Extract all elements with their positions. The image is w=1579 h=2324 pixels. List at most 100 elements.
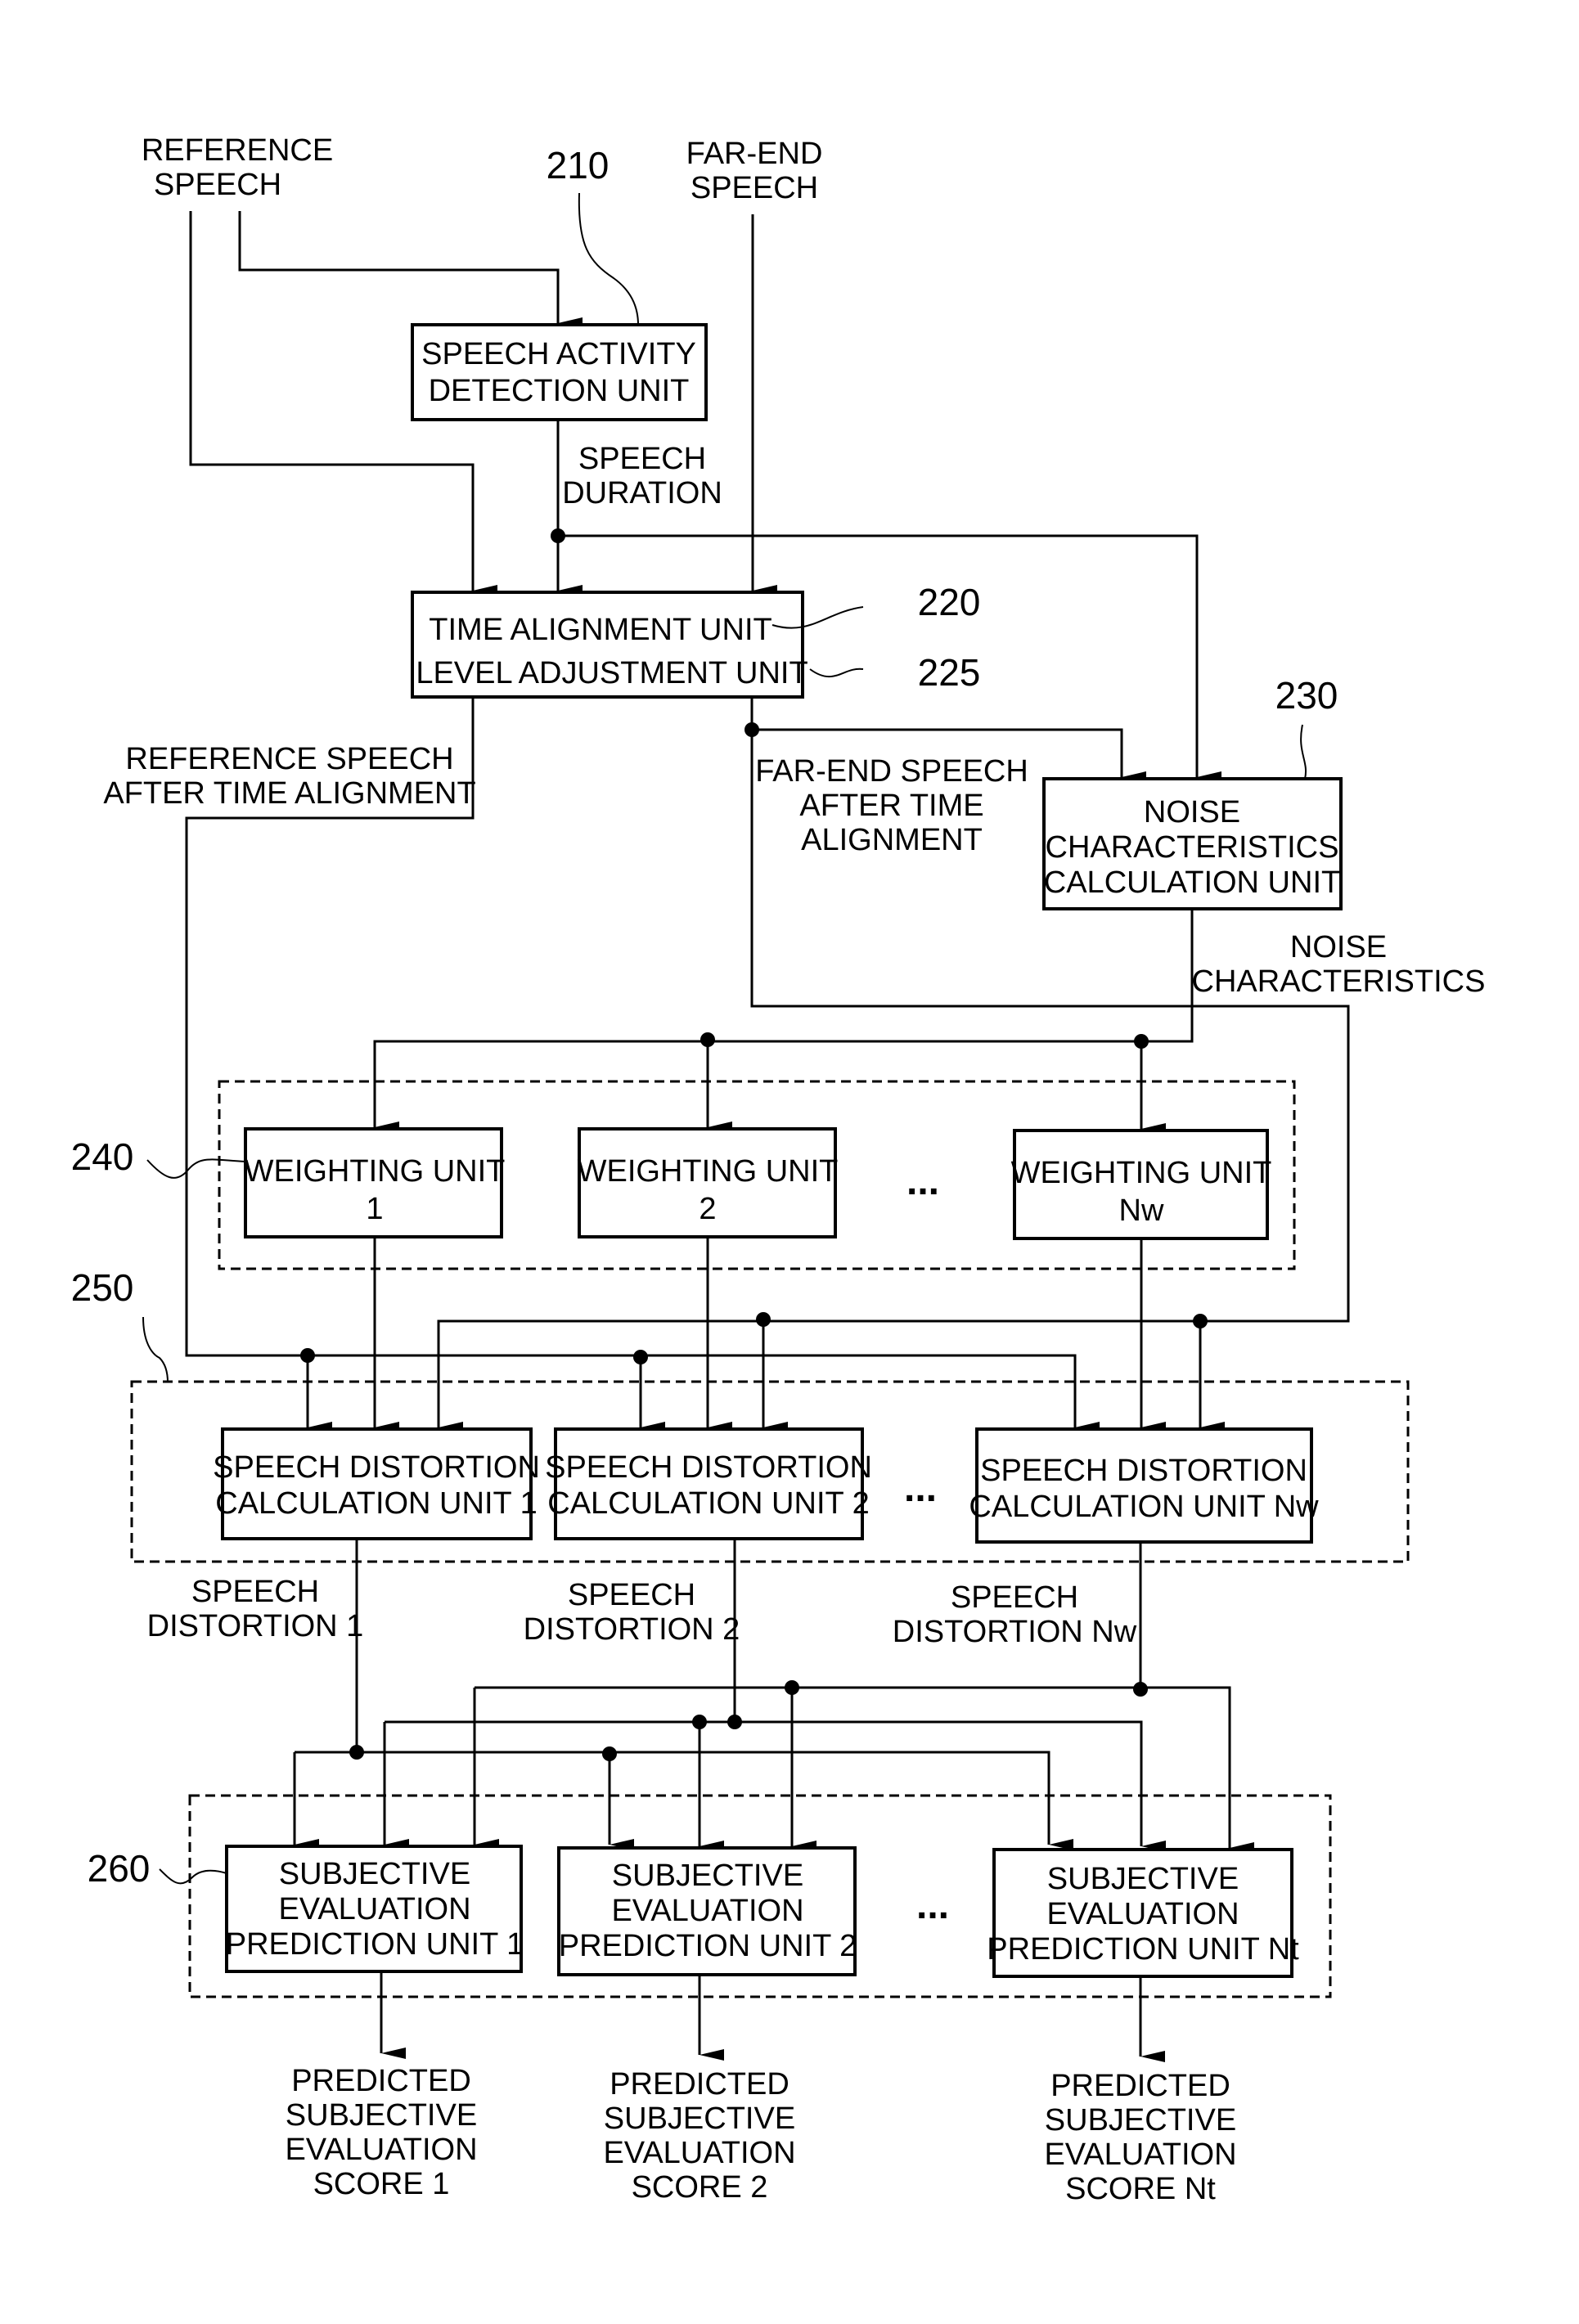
- svg-text:EVALUATION: EVALUATION: [603, 2136, 795, 2170]
- svg-text:CALCULATION UNIT 2: CALCULATION UNIT 2: [547, 1486, 869, 1521]
- block-diagram: REFERENCE SPEECH FAR-END SPEECH 210 SPEE…: [71, 133, 1486, 2206]
- subjective-evaluation-unit-nt: SUBJECTIVE EVALUATION PREDICTION UNIT Nt: [987, 1848, 1299, 1978]
- ref-number-210: 210: [547, 144, 610, 187]
- subjective-evaluation-unit-2: SUBJECTIVE EVALUATION PREDICTION UNIT 2: [557, 1846, 857, 1976]
- leader-260: [159, 1868, 227, 1885]
- noise-label-1: NOISE: [1144, 795, 1240, 829]
- speech-distortion-1-label: SPEECH DISTORTION 1: [147, 1575, 364, 1643]
- svg-text:SCORE 1: SCORE 1: [313, 2167, 450, 2201]
- svg-text:FAR-END SPEECH: FAR-END SPEECH: [755, 754, 1028, 789]
- weighting-unit-nw: WEIGHTING UNIT Nw: [1011, 1129, 1272, 1240]
- sad-label-2: DETECTION UNIT: [429, 374, 690, 408]
- noise-label-3: CALCULATION UNIT: [1044, 865, 1340, 900]
- ref-number-220: 220: [918, 581, 981, 623]
- svg-text:SPEECH: SPEECH: [951, 1580, 1078, 1615]
- leader-230: [1300, 724, 1307, 780]
- ref-number-240: 240: [71, 1135, 134, 1178]
- noise-to-weighting-line: [373, 909, 1194, 1133]
- svg-text:SUBJECTIVE: SUBJECTIVE: [604, 2101, 795, 2136]
- svg-text:Nw: Nw: [1119, 1193, 1164, 1228]
- svg-text:EVALUATION: EVALUATION: [285, 2133, 477, 2167]
- svg-text:SPEECH DISTORTION: SPEECH DISTORTION: [545, 1450, 872, 1485]
- time-alignment-label: TIME ALIGNMENT UNIT: [429, 613, 772, 647]
- svg-text:EVALUATION: EVALUATION: [278, 1892, 470, 1926]
- speech-distortion-nw-label: SPEECH DISTORTION Nw: [893, 1580, 1137, 1649]
- ref-number-230: 230: [1275, 674, 1338, 717]
- level-adjustment-label: LEVEL ADJUSTMENT UNIT: [416, 656, 807, 690]
- speech-distortion-2-label: SPEECH DISTORTION 2: [524, 1578, 740, 1647]
- junction-dot: [727, 1715, 742, 1729]
- speech-distortion-unit-nw: SPEECH DISTORTION CALCULATION UNIT Nw: [969, 1427, 1319, 1544]
- svg-text:EVALUATION: EVALUATION: [1044, 2137, 1236, 2172]
- ref-number-260: 260: [88, 1847, 151, 1890]
- junction-dot: [349, 1745, 364, 1760]
- svg-text:CALCULATION UNIT Nw: CALCULATION UNIT Nw: [969, 1490, 1319, 1524]
- ref-number-250: 250: [71, 1266, 134, 1309]
- svg-text:EVALUATION: EVALUATION: [611, 1894, 803, 1928]
- svg-text:SPEECH: SPEECH: [154, 168, 281, 202]
- sad-label-1: SPEECH ACTIVITY: [421, 337, 696, 371]
- svg-text:1: 1: [366, 1192, 383, 1226]
- predicted-score-nt: PREDICTED SUBJECTIVE EVALUATION SCORE Nt: [1044, 2069, 1236, 2206]
- predicted-score-1: PREDICTED SUBJECTIVE EVALUATION SCORE 1: [285, 2064, 477, 2201]
- svg-text:SCORE 2: SCORE 2: [632, 2170, 768, 2205]
- leader-250: [142, 1316, 169, 1383]
- noise-characteristics-label: NOISE CHARACTERISTICS: [1192, 930, 1486, 999]
- svg-text:SCORE Nt: SCORE Nt: [1065, 2172, 1216, 2206]
- ref-to-sad-line: [238, 211, 583, 329]
- speech-distortion-unit-2: SPEECH DISTORTION CALCULATION UNIT 2: [545, 1427, 872, 1540]
- svg-text:NOISE: NOISE: [1290, 930, 1387, 964]
- svg-text:SUBJECTIVE: SUBJECTIVE: [1047, 1862, 1239, 1896]
- weighting-unit-1: WEIGHTING UNIT 1: [244, 1127, 506, 1238]
- svg-text:CALCULATION UNIT 1: CALCULATION UNIT 1: [215, 1486, 537, 1521]
- leader-240: [146, 1158, 246, 1179]
- svg-text:AFTER TIME: AFTER TIME: [799, 789, 983, 823]
- svg-text:PREDICTION UNIT 1: PREDICTION UNIT 1: [226, 1927, 524, 1962]
- leader-210: [578, 192, 639, 326]
- svg-text:SUBJECTIVE: SUBJECTIVE: [279, 1857, 470, 1891]
- reference-speech-label: REFERENCE SPEECH: [142, 133, 333, 202]
- svg-text:PREDICTION UNIT 2: PREDICTION UNIT 2: [559, 1929, 857, 1963]
- svg-text:SUBJECTIVE: SUBJECTIVE: [286, 2098, 477, 2133]
- svg-text:SUBJECTIVE: SUBJECTIVE: [612, 1859, 803, 1893]
- svg-text:ALIGNMENT: ALIGNMENT: [801, 823, 983, 857]
- svg-text:2: 2: [699, 1192, 716, 1226]
- svg-text:SPEECH: SPEECH: [578, 442, 706, 476]
- svg-text:PREDICTED: PREDICTED: [1050, 2069, 1230, 2103]
- svg-text:SUBJECTIVE: SUBJECTIVE: [1045, 2103, 1236, 2137]
- svg-text:SPEECH DISTORTION: SPEECH DISTORTION: [980, 1454, 1307, 1488]
- svg-text:AFTER TIME ALIGNMENT: AFTER TIME ALIGNMENT: [103, 776, 475, 811]
- svg-text:REFERENCE SPEECH: REFERENCE SPEECH: [125, 742, 453, 776]
- svg-text:EVALUATION: EVALUATION: [1046, 1897, 1239, 1931]
- predicted-score-2: PREDICTED SUBJECTIVE EVALUATION SCORE 2: [603, 2067, 795, 2205]
- far-end-speech-label: FAR-END SPEECH: [686, 137, 823, 205]
- svg-text:DISTORTION 1: DISTORTION 1: [147, 1609, 364, 1643]
- svg-text:PREDICTED: PREDICTED: [610, 2067, 790, 2101]
- svg-text:DISTORTION 2: DISTORTION 2: [524, 1612, 740, 1647]
- junction-dot: [1133, 1682, 1148, 1697]
- reference-after-alignment-label: REFERENCE SPEECH AFTER TIME ALIGNMENT: [103, 742, 475, 811]
- svg-text:SPEECH: SPEECH: [191, 1575, 319, 1609]
- weighting-unit-2: WEIGHTING UNIT 2: [578, 1127, 839, 1238]
- svg-text:REFERENCE: REFERENCE: [142, 133, 333, 168]
- sdnw-bus: [475, 1686, 1254, 1854]
- noise-label-2: CHARACTERISTICS: [1046, 830, 1339, 865]
- subjective-ellipsis: ...: [916, 1884, 949, 1927]
- svg-text:WEIGHTING UNIT: WEIGHTING UNIT: [578, 1154, 839, 1189]
- svg-text:SPEECH DISTORTION: SPEECH DISTORTION: [213, 1450, 540, 1485]
- ref-number-225: 225: [918, 651, 981, 694]
- farend-after-alignment-label: FAR-END SPEECH AFTER TIME ALIGNMENT: [755, 754, 1028, 857]
- weighting-ellipsis: ...: [906, 1160, 939, 1203]
- distortion-ellipsis: ...: [904, 1467, 937, 1510]
- speech-duration-label: SPEECH DURATION: [562, 442, 722, 510]
- speech-distortion-unit-1: SPEECH DISTORTION CALCULATION UNIT 1: [213, 1427, 540, 1540]
- svg-text:WEIGHTING UNIT: WEIGHTING UNIT: [1011, 1156, 1272, 1190]
- svg-text:WEIGHTING UNIT: WEIGHTING UNIT: [245, 1154, 506, 1189]
- svg-text:SPEECH: SPEECH: [568, 1578, 695, 1612]
- svg-text:DISTORTION Nw: DISTORTION Nw: [893, 1615, 1137, 1649]
- svg-text:PREDICTED: PREDICTED: [291, 2064, 471, 2098]
- svg-text:DURATION: DURATION: [562, 476, 722, 510]
- sd1-bus: [295, 1751, 1073, 1850]
- leader-225: [809, 668, 864, 678]
- svg-text:SPEECH: SPEECH: [691, 171, 818, 205]
